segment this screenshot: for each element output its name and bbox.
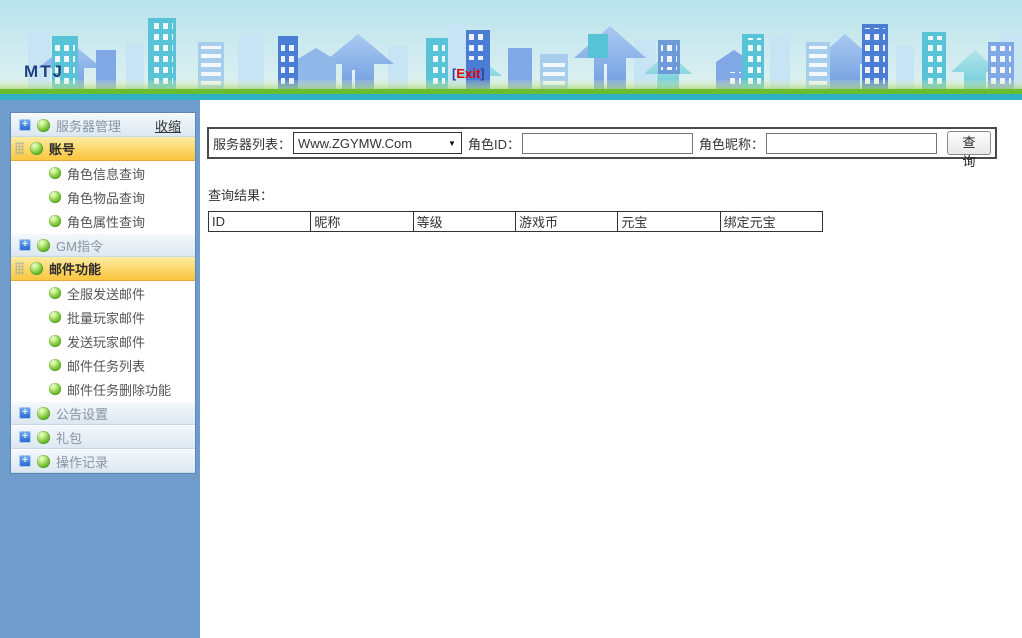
- tree-expander-icon: [15, 142, 24, 155]
- sidebar-item-role-attribute-query[interactable]: 角色属性查询: [11, 209, 195, 233]
- sidebar-item-announcement-settings[interactable]: + 公告设置: [11, 401, 195, 425]
- main-content: 服务器列表： Www.ZGYMW.Com ▼ 角色ID： 角色昵称： 查询 查询…: [200, 100, 1022, 638]
- green-orb-icon: [49, 311, 61, 323]
- sidebar-item-role-item-query[interactable]: 角色物品查询: [11, 185, 195, 209]
- sidebar-item-label: 公告设置: [56, 404, 108, 423]
- expand-plus-icon[interactable]: +: [19, 431, 31, 443]
- sidebar-item-operation-log[interactable]: + 操作记录: [11, 449, 195, 473]
- results-title: 查询结果：: [208, 185, 1022, 204]
- green-orb-icon: [49, 335, 61, 347]
- role-id-label: 角色ID：: [468, 134, 520, 153]
- sidebar-item-label: GM指令: [56, 236, 103, 255]
- query-form: 服务器列表： Www.ZGYMW.Com ▼ 角色ID： 角色昵称： 查询: [207, 127, 997, 159]
- role-name-input[interactable]: [766, 133, 937, 154]
- page: MTJ [Exit] +服务器管理收缩账号角色信息查询角色物品查询角色属性查询+…: [0, 0, 1022, 638]
- sidebar-item-gift-pack[interactable]: + 礼包: [11, 425, 195, 449]
- green-orb-icon: [49, 383, 61, 395]
- sidebar-item-label: 邮件功能: [49, 259, 101, 278]
- logo: MTJ: [24, 62, 64, 82]
- green-orb-icon: [30, 142, 43, 155]
- expand-plus-icon[interactable]: +: [19, 239, 31, 251]
- exit-link[interactable]: [Exit]: [452, 66, 485, 81]
- dropdown-caret-icon: ▼: [448, 139, 456, 148]
- results-header-row: ID昵称等级游戏币元宝绑定元宝: [209, 212, 823, 232]
- tree-expander-icon: [15, 262, 24, 275]
- sidebar-item-label: 操作记录: [56, 452, 108, 471]
- server-select-value: Www.ZGYMW.Com: [298, 136, 412, 151]
- server-select[interactable]: Www.ZGYMW.Com ▼: [293, 132, 462, 154]
- header-banner: MTJ [Exit]: [0, 0, 1022, 100]
- sidebar-item-label: 礼包: [56, 428, 82, 447]
- green-orb-icon: [30, 262, 43, 275]
- query-button[interactable]: 查询: [947, 131, 991, 155]
- sidebar-item-label: 角色属性查询: [67, 212, 145, 231]
- sidebar-item-label: 角色信息查询: [67, 164, 145, 183]
- green-orb-icon: [37, 407, 50, 420]
- sidebar-item-label: 批量玩家邮件: [67, 308, 145, 327]
- collapse-link[interactable]: 收缩: [155, 116, 181, 135]
- sidebar-item-label: 角色物品查询: [67, 188, 145, 207]
- server-list-label: 服务器列表：: [213, 134, 291, 153]
- green-orb-icon: [37, 239, 50, 252]
- green-orb-icon: [37, 431, 50, 444]
- sidebar-item-mail-batch-player[interactable]: 批量玩家邮件: [11, 305, 195, 329]
- results-column-header: 等级: [413, 212, 515, 232]
- sidebar-item-account[interactable]: 账号: [11, 137, 195, 161]
- green-orb-icon: [37, 455, 50, 468]
- sidebar-item-mail-send-all-server[interactable]: 全服发送邮件: [11, 281, 195, 305]
- expand-plus-icon[interactable]: +: [19, 455, 31, 467]
- results-table: ID昵称等级游戏币元宝绑定元宝: [208, 211, 823, 232]
- sidebar-item-label: 邮件任务删除功能: [67, 380, 171, 399]
- green-orb-icon: [49, 167, 61, 179]
- results-column-header: 绑定元宝: [720, 212, 822, 232]
- sidebar-item-mail-task-list[interactable]: 邮件任务列表: [11, 353, 195, 377]
- green-orb-icon: [37, 119, 50, 132]
- role-name-label: 角色昵称：: [699, 134, 764, 153]
- green-orb-icon: [49, 215, 61, 227]
- sidebar-item-label: 发送玩家邮件: [67, 332, 145, 351]
- city-skyline-art: [0, 0, 1022, 100]
- sidebar-menu: + 服务器管理 收缩账号角色信息查询角色物品查询角色属性查询 + GM指令邮件功能全服发…: [10, 112, 196, 474]
- exit-label[interactable]: Exit: [456, 66, 480, 81]
- results-column-header: 元宝: [618, 212, 720, 232]
- sidebar-item-role-info-query[interactable]: 角色信息查询: [11, 161, 195, 185]
- sidebar-item-label: 账号: [49, 139, 75, 158]
- exit-bracket-close: ]: [480, 66, 484, 81]
- sidebar-item-label: 全服发送邮件: [67, 284, 145, 303]
- green-orb-icon: [49, 191, 61, 203]
- sidebar-item-mail-send-player[interactable]: 发送玩家邮件: [11, 329, 195, 353]
- results-column-header: ID: [209, 212, 311, 232]
- body-row: + 服务器管理 收缩账号角色信息查询角色物品查询角色属性查询 + GM指令邮件功能全服发…: [0, 100, 1022, 638]
- expand-plus-icon[interactable]: +: [19, 407, 31, 419]
- results-column-header: 游戏币: [515, 212, 617, 232]
- green-orb-icon: [49, 287, 61, 299]
- expand-plus-icon[interactable]: +: [19, 119, 31, 131]
- sidebar-item-mail-function[interactable]: 邮件功能: [11, 257, 195, 281]
- results-column-header: 昵称: [311, 212, 413, 232]
- sidebar-item-label: 服务器管理: [56, 116, 121, 135]
- green-orb-icon: [49, 359, 61, 371]
- sidebar-item-label: 邮件任务列表: [67, 356, 145, 375]
- sidebar-item-server-management[interactable]: + 服务器管理 收缩: [11, 113, 195, 137]
- sidebar: + 服务器管理 收缩账号角色信息查询角色物品查询角色属性查询 + GM指令邮件功能全服发…: [0, 100, 200, 638]
- sidebar-item-mail-task-delete[interactable]: 邮件任务删除功能: [11, 377, 195, 401]
- sidebar-item-gm-command[interactable]: + GM指令: [11, 233, 195, 257]
- role-id-input[interactable]: [522, 133, 693, 154]
